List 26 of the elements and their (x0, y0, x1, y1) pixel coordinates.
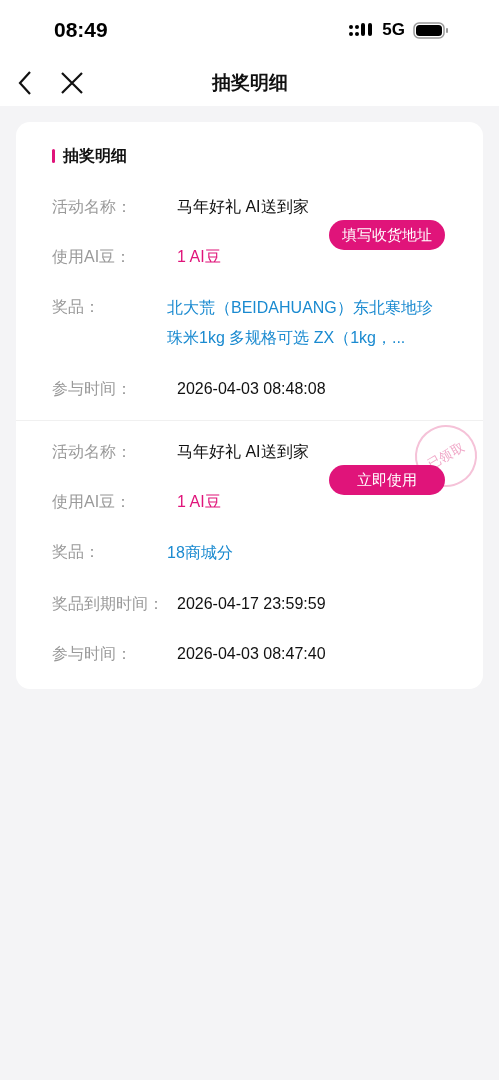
field-label: 参与时间： (52, 379, 133, 399)
prize-value[interactable]: 18商城分 (167, 538, 233, 568)
field-value: 2026-04-17 23:59:59 (177, 594, 326, 614)
field-label: 使用AI豆： (52, 492, 133, 512)
field-label: 使用AI豆： (52, 247, 133, 267)
action-button[interactable]: 填写收货地址 (329, 220, 445, 250)
prize-value[interactable]: 北大荒（BEIDAHUANG）东北寒地珍珠米1kg 多规格可选 ZX（1kg，... (167, 293, 447, 353)
signal-icon (348, 22, 375, 38)
network-label: 5G (382, 19, 405, 42)
field-label: 奖品： (52, 297, 101, 317)
field-value: 2026-04-03 08:48:08 (177, 379, 326, 399)
field-label: 活动名称： (52, 442, 133, 462)
field-label: 奖品到期时间： (52, 594, 165, 614)
beans-value: 1 AI豆 (177, 492, 221, 512)
field-label: 奖品： (52, 542, 101, 562)
field-value: 马年好礼 AI送到家 (177, 197, 309, 217)
status-time: 08:49 (54, 17, 108, 44)
field-value: 2026-04-03 08:47:40 (177, 644, 326, 664)
field-value: 马年好礼 AI送到家 (177, 442, 309, 462)
beans-value: 1 AI豆 (177, 247, 221, 267)
field-label: 活动名称： (52, 197, 133, 217)
section-title: 抽奖明细 (63, 146, 127, 166)
accent-bar (52, 149, 55, 163)
page-title: 抽奖明细 (211, 70, 288, 95)
battery-icon (413, 21, 449, 39)
field-label: 参与时间： (52, 644, 133, 664)
